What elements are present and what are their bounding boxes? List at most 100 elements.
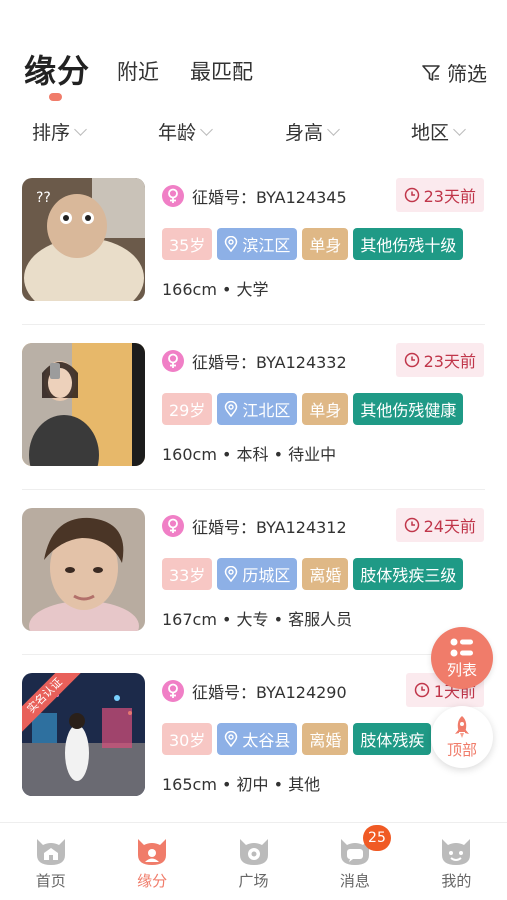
- nav-square[interactable]: 广场: [203, 823, 304, 900]
- profile-meta: 165cm • 初中 • 其他: [162, 775, 321, 794]
- tag-row: 30岁 太谷县 离婚 肢体残疾: [162, 723, 432, 755]
- location-pin-icon: [225, 731, 238, 747]
- nav-mine[interactable]: 我的: [406, 823, 507, 900]
- profile-id: 征婚号：BYA124290: [192, 683, 347, 702]
- time-ago: 23天前: [423, 352, 476, 371]
- nav-home[interactable]: 首页: [0, 823, 101, 900]
- location-pin-icon: [225, 566, 238, 582]
- region-dropdown[interactable]: 地区: [411, 118, 466, 145]
- nav-messages-label: 消息: [339, 872, 370, 890]
- nav-home-label: 首页: [35, 872, 66, 890]
- chevron-down-icon: [327, 123, 340, 136]
- location-text: 太谷县: [242, 731, 291, 750]
- time-badge: 24天前: [395, 508, 484, 542]
- cat-mine-icon: [442, 839, 471, 865]
- tag-row: 29岁 江北区 单身 其他伤残健康: [162, 393, 464, 425]
- location-tag: 太谷县: [217, 723, 298, 755]
- tab-best-match[interactable]: 最匹配: [190, 56, 253, 86]
- id-row: 征婚号：BYA124345: [162, 182, 347, 210]
- tag-row: 35岁 滨江区 单身 其他伤残十级: [162, 228, 464, 260]
- rocket-icon: [455, 715, 469, 738]
- sort-label: 排序: [32, 122, 71, 144]
- disability-tag: 其他伤残健康: [353, 393, 464, 425]
- profile-photo[interactable]: [22, 508, 145, 631]
- height-label: 身高: [285, 122, 324, 144]
- age-tag: 29岁: [162, 393, 213, 425]
- tab-nearby[interactable]: 附近: [117, 56, 159, 86]
- profile-id: 征婚号：BYA124332: [192, 353, 347, 372]
- profile-meta: 167cm • 大专 • 客服人员: [162, 610, 353, 629]
- profile-photo[interactable]: 实名认证: [22, 673, 145, 796]
- location-tag: 滨江区: [217, 228, 298, 260]
- clock-icon: [404, 187, 419, 203]
- sort-bar: 排序 年龄 身高 地区: [0, 118, 507, 154]
- disability-tag: 其他伤残十级: [353, 228, 464, 260]
- back-to-top-button[interactable]: 顶部: [431, 706, 493, 768]
- location-pin-icon: [225, 401, 238, 417]
- location-text: 历城区: [242, 566, 291, 585]
- chevron-down-icon: [74, 123, 87, 136]
- list-view-button[interactable]: 列表: [431, 627, 493, 689]
- id-row: 征婚号：BYA124312: [162, 512, 347, 540]
- profile-id: 征婚号：BYA124312: [192, 518, 347, 537]
- disability-tag: 肢体残疾: [353, 723, 432, 755]
- cat-home-icon: [36, 839, 65, 865]
- age-label: 年龄: [158, 122, 197, 144]
- list-icon: [450, 638, 473, 656]
- profile-id: 征婚号：BYA124345: [192, 188, 347, 207]
- nav-mine-label: 我的: [441, 872, 472, 890]
- marital-status-tag: 单身: [302, 393, 349, 425]
- filter-button[interactable]: 筛选: [420, 58, 487, 87]
- filter-icon: [422, 64, 440, 81]
- profile-meta: 160cm • 本科 • 待业中: [162, 445, 337, 464]
- female-icon: [162, 515, 184, 537]
- age-tag: 30岁: [162, 723, 213, 755]
- location-text: 滨江区: [242, 236, 291, 255]
- location-tag: 历城区: [217, 558, 298, 590]
- top-label: 顶部: [446, 740, 477, 759]
- id-row: 征婚号：BYA124332: [162, 347, 347, 375]
- bottom-nav: 首页 缘分 广场 消息 25 我的: [0, 822, 507, 900]
- top-tabs: 缘分 附近 最匹配 筛选: [0, 0, 507, 110]
- cat-square-icon: [239, 839, 268, 865]
- disability-tag: 肢体残疾三级: [353, 558, 464, 590]
- tab-fate[interactable]: 缘分: [24, 46, 90, 92]
- nav-square-label: 广场: [238, 872, 269, 890]
- messages-badge: 25: [363, 825, 391, 851]
- profile-photo[interactable]: [22, 343, 145, 466]
- female-icon: [162, 680, 184, 702]
- height-dropdown[interactable]: 身高: [285, 118, 340, 145]
- id-row: 征婚号：BYA124290: [162, 677, 347, 705]
- cat-fate-icon: [138, 839, 167, 865]
- clock-icon: [414, 682, 430, 698]
- clock-icon: [404, 352, 419, 368]
- female-icon: [162, 185, 184, 207]
- profile-card[interactable]: 征婚号：BYA124332 23天前 29岁 江北区 单身 其他伤残健康 160…: [0, 325, 507, 490]
- sort-dropdown[interactable]: 排序: [32, 118, 87, 145]
- location-pin-icon: [225, 236, 238, 252]
- nav-messages[interactable]: 消息 25: [304, 823, 405, 900]
- time-ago: 23天前: [423, 187, 476, 206]
- nav-fate[interactable]: 缘分: [101, 823, 202, 900]
- age-dropdown[interactable]: 年龄: [158, 118, 213, 145]
- chevron-down-icon: [200, 123, 213, 136]
- marital-status-tag: 离婚: [302, 723, 349, 755]
- time-ago: 24天前: [423, 517, 476, 536]
- clock-icon: [404, 517, 419, 533]
- location-text: 江北区: [242, 401, 291, 420]
- profile-card[interactable]: ?? 征婚号：BYA124345 23天前 35岁 滨江区 单身 其他伤残十级 …: [0, 160, 507, 325]
- svg-text:??: ??: [36, 190, 51, 206]
- filter-label: 筛选: [447, 62, 487, 86]
- region-label: 地区: [411, 122, 450, 144]
- location-tag: 江北区: [217, 393, 298, 425]
- nav-fate-label: 缘分: [137, 872, 168, 890]
- tag-row: 33岁 历城区 离婚 肢体残疾三级: [162, 558, 464, 590]
- marital-status-tag: 单身: [302, 228, 349, 260]
- female-icon: [162, 350, 184, 372]
- profile-photo[interactable]: ??: [22, 178, 145, 301]
- age-tag: 33岁: [162, 558, 213, 590]
- time-badge: 23天前: [395, 343, 484, 377]
- time-badge: 23天前: [395, 178, 484, 212]
- profile-card[interactable]: 征婚号：BYA124312 24天前 33岁 历城区 离婚 肢体残疾三级 167…: [0, 490, 507, 655]
- marital-status-tag: 离婚: [302, 558, 349, 590]
